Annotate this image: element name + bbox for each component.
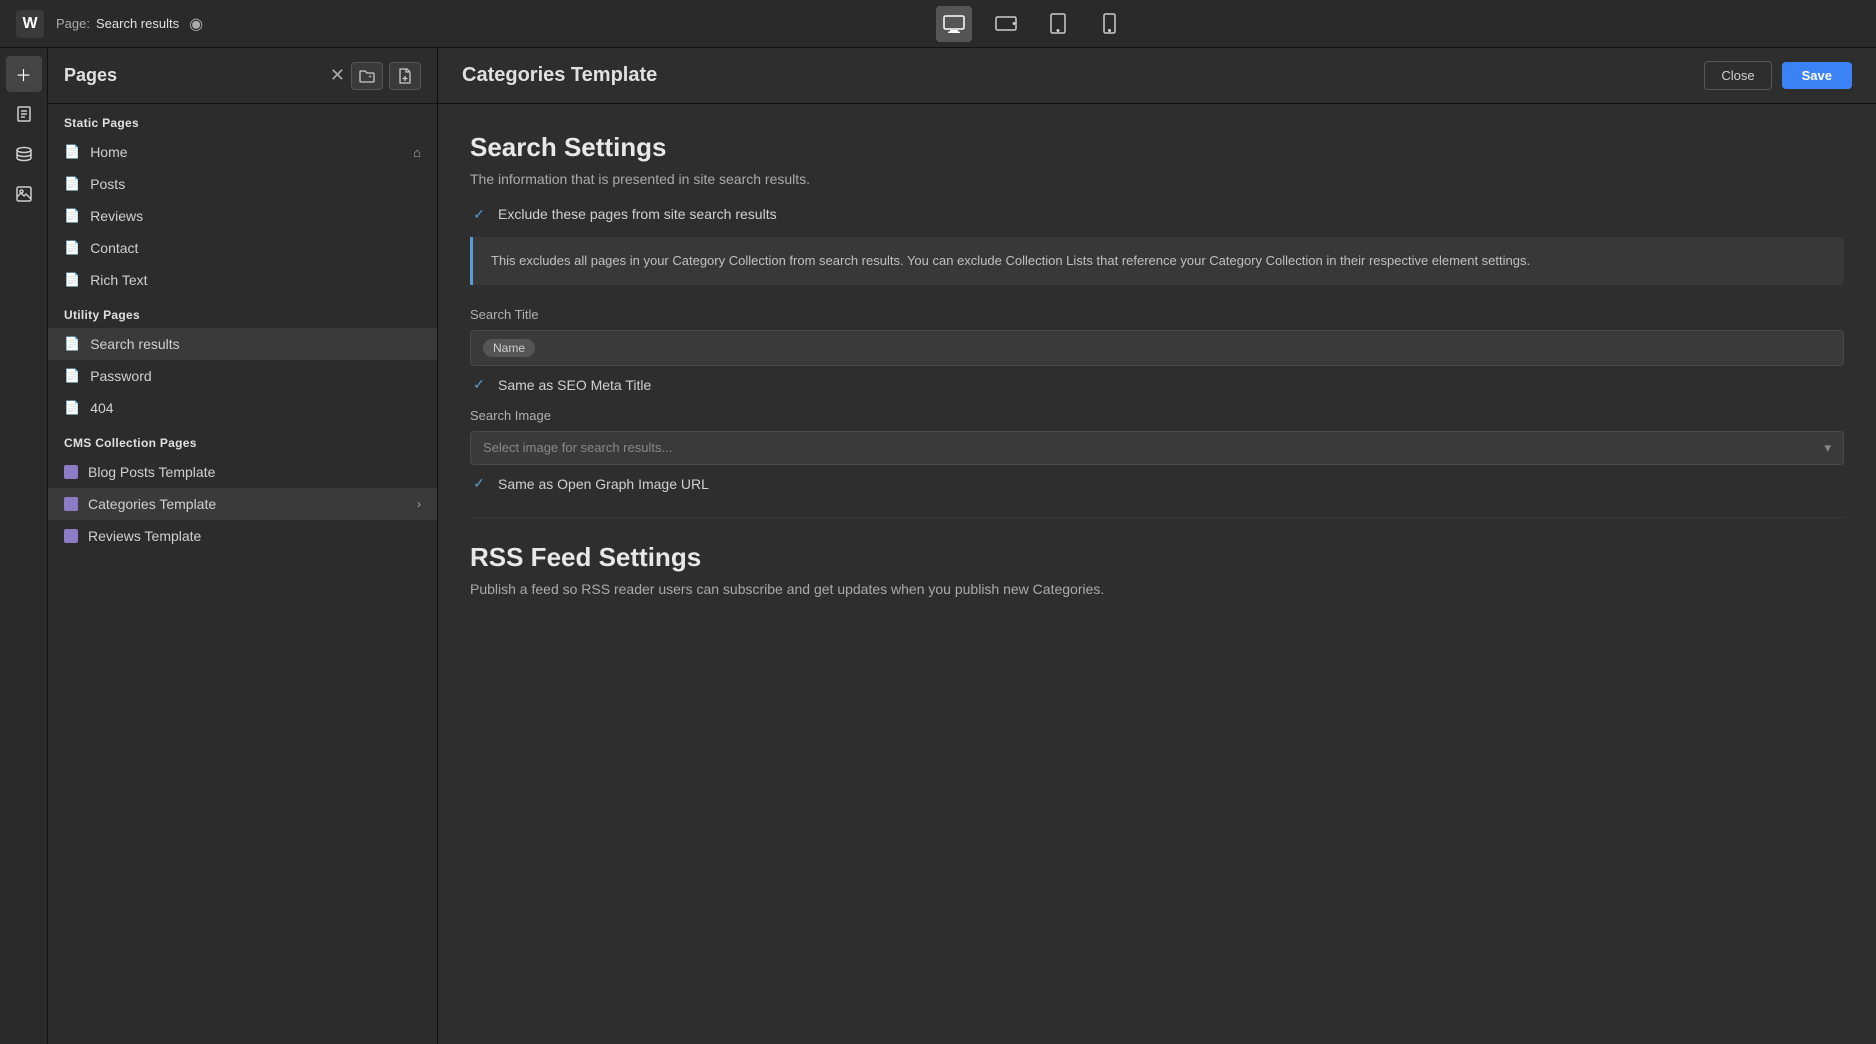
page-file-icon: 📄	[64, 144, 80, 160]
assets-btn[interactable]	[6, 176, 42, 212]
page-file-icon: 📄	[64, 176, 80, 192]
search-title-tag: Name	[483, 339, 535, 357]
same-as-seo-row: ✓ Same as SEO Meta Title	[470, 376, 1844, 394]
cms-btn[interactable]	[6, 136, 42, 172]
mobile-icon[interactable]	[1092, 6, 1128, 42]
pages-panel: Pages ✕ + Static Pages 📄 Home ⌂ 📄 Posts	[48, 48, 438, 1044]
page-file-icon: 📄	[64, 240, 80, 256]
page-item-label: 404	[90, 400, 421, 416]
search-image-label: Search Image	[470, 408, 1844, 423]
svg-text:+: +	[368, 73, 372, 80]
page-file-icon: 📄	[64, 368, 80, 384]
desktop-icon[interactable]	[936, 6, 972, 42]
save-button[interactable]: Save	[1782, 62, 1852, 89]
exclude-checkbox[interactable]: ✓	[470, 205, 488, 223]
preview-icon[interactable]: ◉	[189, 14, 203, 34]
search-settings-desc: The information that is presented in sit…	[470, 171, 1844, 187]
add-page-btn[interactable]	[389, 62, 421, 90]
exclude-checkbox-row: ✓ Exclude these pages from site search r…	[470, 205, 1844, 223]
same-as-og-label: Same as Open Graph Image URL	[498, 476, 709, 492]
same-as-og-row: ✓ Same as Open Graph Image URL	[470, 475, 1844, 493]
content-body: Search Settings The information that is …	[438, 104, 1876, 1044]
close-button[interactable]: Close	[1704, 61, 1771, 90]
page-file-icon: 📄	[64, 208, 80, 224]
page-item-label: Posts	[90, 176, 421, 192]
rss-settings-section: RSS Feed Settings Publish a feed so RSS …	[470, 542, 1844, 597]
search-image-select[interactable]: Select image for search results... ▾	[470, 431, 1844, 465]
page-item-categories-template[interactable]: Categories Template ›	[48, 488, 437, 520]
pages-panel-title: Pages	[64, 65, 322, 86]
add-folder-btn[interactable]: +	[351, 62, 383, 90]
page-item-rich-text[interactable]: 📄 Rich Text	[48, 264, 437, 296]
page-item-reviews[interactable]: 📄 Reviews	[48, 200, 437, 232]
cms-page-icon	[64, 497, 78, 511]
top-bar: W Page: Search results ◉	[0, 0, 1876, 48]
cms-page-icon	[64, 529, 78, 543]
same-as-seo-checkbox[interactable]: ✓	[470, 376, 488, 394]
main-layout: ＋ Pages ✕ + Static Pages 📄 Ho	[0, 48, 1876, 1044]
pages-header: Pages ✕ +	[48, 48, 437, 104]
page-file-icon: 📄	[64, 336, 80, 352]
same-as-seo-label: Same as SEO Meta Title	[498, 377, 651, 393]
content-panel-title: Categories Template	[462, 64, 1704, 87]
pages-btn[interactable]	[6, 96, 42, 132]
page-item-label: Contact	[90, 240, 421, 256]
search-title-input[interactable]: Name	[470, 330, 1844, 366]
page-file-icon: 📄	[64, 400, 80, 416]
search-image-placeholder: Select image for search results...	[483, 440, 672, 455]
add-element-btn[interactable]: ＋	[6, 56, 42, 92]
page-item-label: Reviews	[90, 208, 421, 224]
content-header: Categories Template Close Save	[438, 48, 1876, 104]
rss-title: RSS Feed Settings	[470, 542, 1844, 573]
search-settings-title: Search Settings	[470, 132, 1844, 163]
page-item-label: Password	[90, 368, 421, 384]
page-item-label: Rich Text	[90, 272, 421, 288]
page-item-label: Categories Template	[88, 496, 407, 512]
page-item-label: Search results	[90, 336, 421, 352]
static-pages-header: Static Pages	[48, 104, 437, 136]
page-item-blog-posts[interactable]: Blog Posts Template	[48, 456, 437, 488]
page-label: Page:	[56, 16, 90, 31]
logo: W	[16, 10, 44, 38]
current-page-name: Search results	[96, 16, 179, 31]
rss-desc: Publish a feed so RSS reader users can s…	[470, 581, 1844, 597]
search-settings-section: Search Settings The information that is …	[470, 132, 1844, 493]
content-panel: Categories Template Close Save Search Se…	[438, 48, 1876, 1044]
page-item-label: Blog Posts Template	[88, 464, 421, 480]
page-item-password[interactable]: 📄 Password	[48, 360, 437, 392]
page-item-reviews-template[interactable]: Reviews Template	[48, 520, 437, 552]
dropdown-arrow-icon: ▾	[1824, 440, 1831, 456]
left-toolbar: ＋	[0, 48, 48, 1044]
chevron-right-icon: ›	[417, 497, 421, 511]
tablet-landscape-icon[interactable]	[988, 6, 1024, 42]
tablet-portrait-icon[interactable]	[1040, 6, 1076, 42]
pages-close-btn[interactable]: ✕	[330, 65, 345, 86]
info-box: This excludes all pages in your Category…	[470, 237, 1844, 285]
cms-pages-header: CMS Collection Pages	[48, 424, 437, 456]
utility-pages-header: Utility Pages	[48, 296, 437, 328]
exclude-checkbox-label: Exclude these pages from site search res…	[498, 206, 777, 222]
home-icon: ⌂	[413, 145, 421, 160]
page-item-search-results[interactable]: 📄 Search results	[48, 328, 437, 360]
page-item-label: Reviews Template	[88, 528, 421, 544]
pages-list: Static Pages 📄 Home ⌂ 📄 Posts 📄 Reviews …	[48, 104, 437, 1044]
cms-page-icon	[64, 465, 78, 479]
page-file-icon: 📄	[64, 272, 80, 288]
page-item-posts[interactable]: 📄 Posts	[48, 168, 437, 200]
page-item-contact[interactable]: 📄 Contact	[48, 232, 437, 264]
page-item-label: Home	[90, 144, 403, 160]
page-item-home[interactable]: 📄 Home ⌂	[48, 136, 437, 168]
device-switcher	[203, 6, 1860, 42]
same-as-og-checkbox[interactable]: ✓	[470, 475, 488, 493]
page-item-404[interactable]: 📄 404	[48, 392, 437, 424]
search-title-label: Search Title	[470, 307, 1844, 322]
section-divider	[470, 517, 1844, 518]
